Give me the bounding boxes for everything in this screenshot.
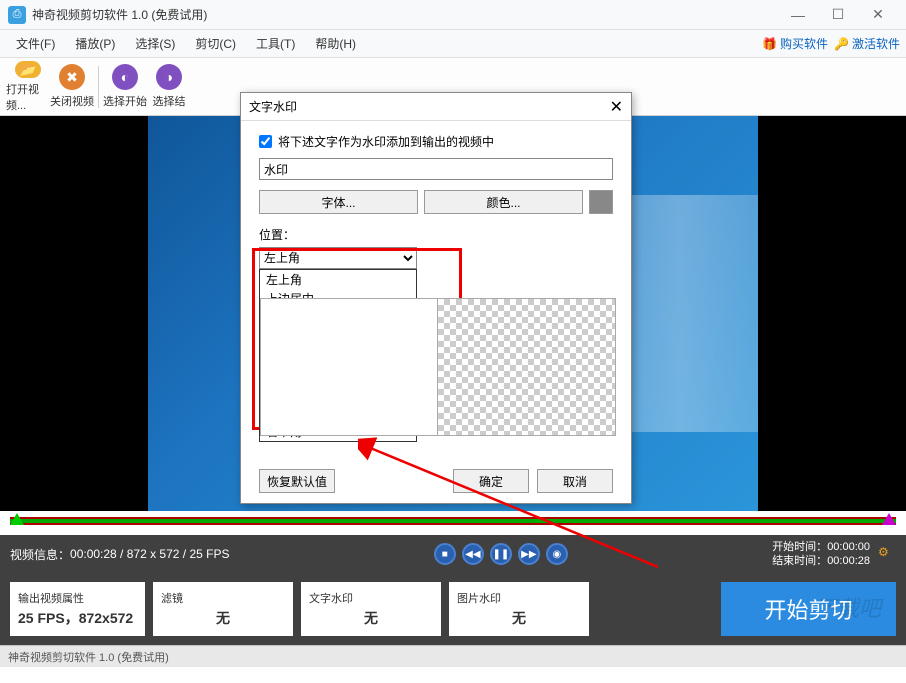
buy-link[interactable]: 🎁购买软件 <box>762 35 828 52</box>
pillar-left <box>0 116 148 511</box>
image-watermark-header: 图片水印 <box>457 590 501 606</box>
menu-select[interactable]: 选择(S) <box>125 31 185 56</box>
position-option[interactable]: 底边居中 <box>260 403 416 422</box>
position-option[interactable]: 上边居中 <box>260 289 416 308</box>
snapshot-button[interactable]: ◉ <box>546 543 568 565</box>
playback-controls: 视频信息： 00:00:28 / 872 x 572 / 25 FPS ■ ◀◀… <box>0 535 906 573</box>
activate-link-label: 激活软件 <box>852 35 900 52</box>
rewind-button[interactable]: ◀◀ <box>462 543 484 565</box>
position-option[interactable]: 左边居中 <box>260 327 416 346</box>
video-info-value: 00:00:28 / 872 x 572 / 25 FPS <box>70 547 229 561</box>
gift-icon: 🎁 <box>762 37 777 51</box>
ok-button[interactable]: 确定 <box>453 469 529 493</box>
app-logo-icon: ⎙ <box>8 6 26 24</box>
close-button[interactable]: ✕ <box>858 0 898 30</box>
position-option[interactable]: 左上角 <box>260 270 416 289</box>
watermark-text-input[interactable] <box>259 158 613 180</box>
close-circle-icon: ✖ <box>59 64 85 90</box>
image-watermark-panel[interactable]: 图片水印 无 <box>449 582 589 636</box>
minimize-button[interactable]: — <box>778 0 818 30</box>
menu-play[interactable]: 播放(P) <box>65 31 125 56</box>
timeline-bar[interactable] <box>10 517 896 525</box>
timeline[interactable] <box>0 511 906 535</box>
stop-button[interactable]: ■ <box>434 543 456 565</box>
play-pause-button[interactable]: ❚❚ <box>490 543 512 565</box>
timeline-start-marker[interactable] <box>10 513 24 525</box>
position-option[interactable]: 右上角 <box>260 308 416 327</box>
text-watermark-panel[interactable]: 文字水印 无 <box>301 582 441 636</box>
enable-watermark-label: 将下述文字作为水印添加到输出的视频中 <box>278 133 494 150</box>
folder-open-icon: 📂 <box>15 61 41 78</box>
cancel-button[interactable]: 取消 <box>537 469 613 493</box>
position-option[interactable]: 左下角 <box>260 384 416 403</box>
open-video-label: 打开视频... <box>6 81 50 113</box>
filter-panel[interactable]: 滤镜 无 <box>153 582 293 636</box>
menubar: 文件(F) 播放(P) 选择(S) 剪切(C) 工具(T) 帮助(H) 🎁购买软… <box>0 30 906 58</box>
select-end-icon: ◑ <box>156 64 182 90</box>
close-video-label: 关闭视频 <box>50 93 94 109</box>
font-button[interactable]: 字体... <box>259 190 418 214</box>
dialog-titlebar: 文字水印 ✕ <box>241 93 631 121</box>
statusbar: 神奇视频剪切软件 1.0 (免费试用) <box>0 645 906 667</box>
output-props-header: 输出视频属性 <box>18 590 84 606</box>
position-option[interactable]: 右边居中 <box>260 365 416 384</box>
select-end-label: 选择结 <box>153 93 186 109</box>
enable-watermark-checkbox[interactable]: 将下述文字作为水印添加到输出的视频中 <box>259 133 613 150</box>
filter-header: 滤镜 <box>161 590 183 606</box>
output-props-panel[interactable]: 输出视频属性 25 FPS，872x572 <box>10 582 145 636</box>
reset-button[interactable]: 恢复默认值 <box>259 469 335 493</box>
text-watermark-value: 无 <box>364 608 378 628</box>
position-label: 位置： <box>259 226 613 243</box>
position-dropdown: 左上角 上边居中 右上角 左边居中 中心 右边居中 左下角 底边居中 右下角 <box>259 269 417 442</box>
buy-link-label: 购买软件 <box>780 35 828 52</box>
start-time-value: 00:00:00 <box>827 541 870 553</box>
app-title: 神奇视频剪切软件 1.0 (免费试用) <box>32 6 207 23</box>
menu-file[interactable]: 文件(F) <box>6 31 65 56</box>
dialog-close-button[interactable]: ✕ <box>610 97 623 117</box>
property-panels: 输出视频属性 25 FPS，872x572 滤镜 无 文字水印 无 图片水印 无… <box>0 573 906 645</box>
time-range: 开始时间：00:00:00 结束时间：00:00:28 <box>772 540 870 568</box>
text-watermark-header: 文字水印 <box>309 590 353 606</box>
settings-gear-icon[interactable]: ⚙ <box>878 545 896 563</box>
end-time-label: 结束时间： <box>772 555 827 567</box>
end-time-value: 00:00:28 <box>827 555 870 567</box>
filter-value: 无 <box>216 608 230 628</box>
activate-link[interactable]: 🔑激活软件 <box>834 35 900 52</box>
close-video-button[interactable]: ✖ 关闭视频 <box>50 61 94 113</box>
titlebar: ⎙ 神奇视频剪切软件 1.0 (免费试用) — ☐ ✕ <box>0 0 906 30</box>
enable-watermark-input[interactable] <box>259 135 272 148</box>
menu-cut[interactable]: 剪切(C) <box>185 31 246 56</box>
video-info-label: 视频信息： <box>10 546 70 563</box>
timeline-end-marker[interactable] <box>882 513 896 525</box>
menu-help[interactable]: 帮助(H) <box>305 31 366 56</box>
select-start-icon: ◐ <box>112 64 138 90</box>
color-swatch[interactable] <box>589 190 613 214</box>
start-cut-button[interactable]: 开始剪切 <box>721 582 896 636</box>
position-option[interactable]: 右下角 <box>260 422 416 441</box>
position-option[interactable]: 中心 <box>260 346 416 365</box>
key-icon: 🔑 <box>834 37 849 51</box>
dialog-title: 文字水印 <box>249 98 297 115</box>
select-end-button[interactable]: ◑ 选择结 <box>147 61 191 113</box>
start-time-label: 开始时间： <box>772 541 827 553</box>
output-props-value: 25 FPS，872x572 <box>18 608 137 628</box>
pillar-right <box>758 116 906 511</box>
forward-button[interactable]: ▶▶ <box>518 543 540 565</box>
text-watermark-dialog: 文字水印 ✕ 将下述文字作为水印添加到输出的视频中 字体... 颜色... 位置… <box>240 92 632 504</box>
color-button[interactable]: 颜色... <box>424 190 583 214</box>
select-start-label: 选择开始 <box>103 93 147 109</box>
maximize-button[interactable]: ☐ <box>818 0 858 30</box>
menu-tool[interactable]: 工具(T) <box>246 31 305 56</box>
image-watermark-value: 无 <box>512 608 526 628</box>
toolbar-separator <box>98 66 99 108</box>
open-video-button[interactable]: 📂 打开视频... <box>6 61 50 113</box>
position-select[interactable]: 左上角 <box>259 247 417 269</box>
select-start-button[interactable]: ◐ 选择开始 <box>103 61 147 113</box>
